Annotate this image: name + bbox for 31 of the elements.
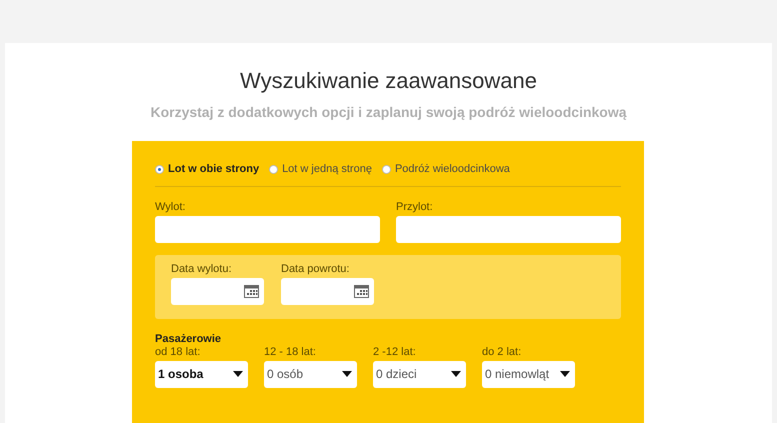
page-subtitle: Korzystaj z dodatkowych opcji i zaplanuj swoją podróż wieloodcinkową [149, 103, 628, 121]
field-label: 12 - 18 lat: [264, 346, 317, 358]
field-label: 2 -12 lat: [373, 346, 417, 358]
radio-button[interactable] [269, 164, 278, 174]
calendar-icon[interactable] [244, 284, 259, 298]
caret-icon [342, 371, 352, 377]
page-title: Wyszukiwanie zaawansowane [239, 67, 538, 95]
field-label: do 2 lat: [482, 346, 522, 358]
caret-icon [560, 371, 570, 377]
date-field[interactable] [281, 278, 374, 304]
radio-label[interactable]: Podróż wieloodcinkowa [394, 161, 510, 178]
radio-button[interactable] [155, 164, 164, 174]
passenger-dropdown[interactable]: 0 dzieci [373, 360, 466, 388]
input-field[interactable] [155, 216, 380, 242]
caret-icon [233, 371, 243, 377]
radio-button[interactable] [382, 164, 391, 174]
input-field[interactable] [396, 216, 621, 242]
caret-icon [451, 371, 461, 377]
passengers-heading: Pasażerowie [155, 332, 222, 346]
radio-label[interactable]: Lot w jedną stronę [282, 161, 372, 178]
calendar-icon[interactable] [354, 284, 369, 298]
field-label: Wylot: [155, 200, 186, 214]
passenger-dropdown[interactable]: 1 osoba [155, 360, 248, 388]
field-label: Data powrotu: [281, 262, 350, 276]
passenger-dropdown[interactable]: 0 osób [264, 360, 357, 388]
field-label: Przylot: [396, 200, 434, 214]
date-field[interactable] [171, 278, 264, 304]
passenger-dropdown[interactable]: 0 niemowląt [482, 360, 575, 388]
field-label: Data wylotu: [171, 262, 233, 276]
radio-label[interactable]: Lot w obie strony [168, 161, 260, 178]
field-label: od 18 lat: [155, 346, 202, 358]
